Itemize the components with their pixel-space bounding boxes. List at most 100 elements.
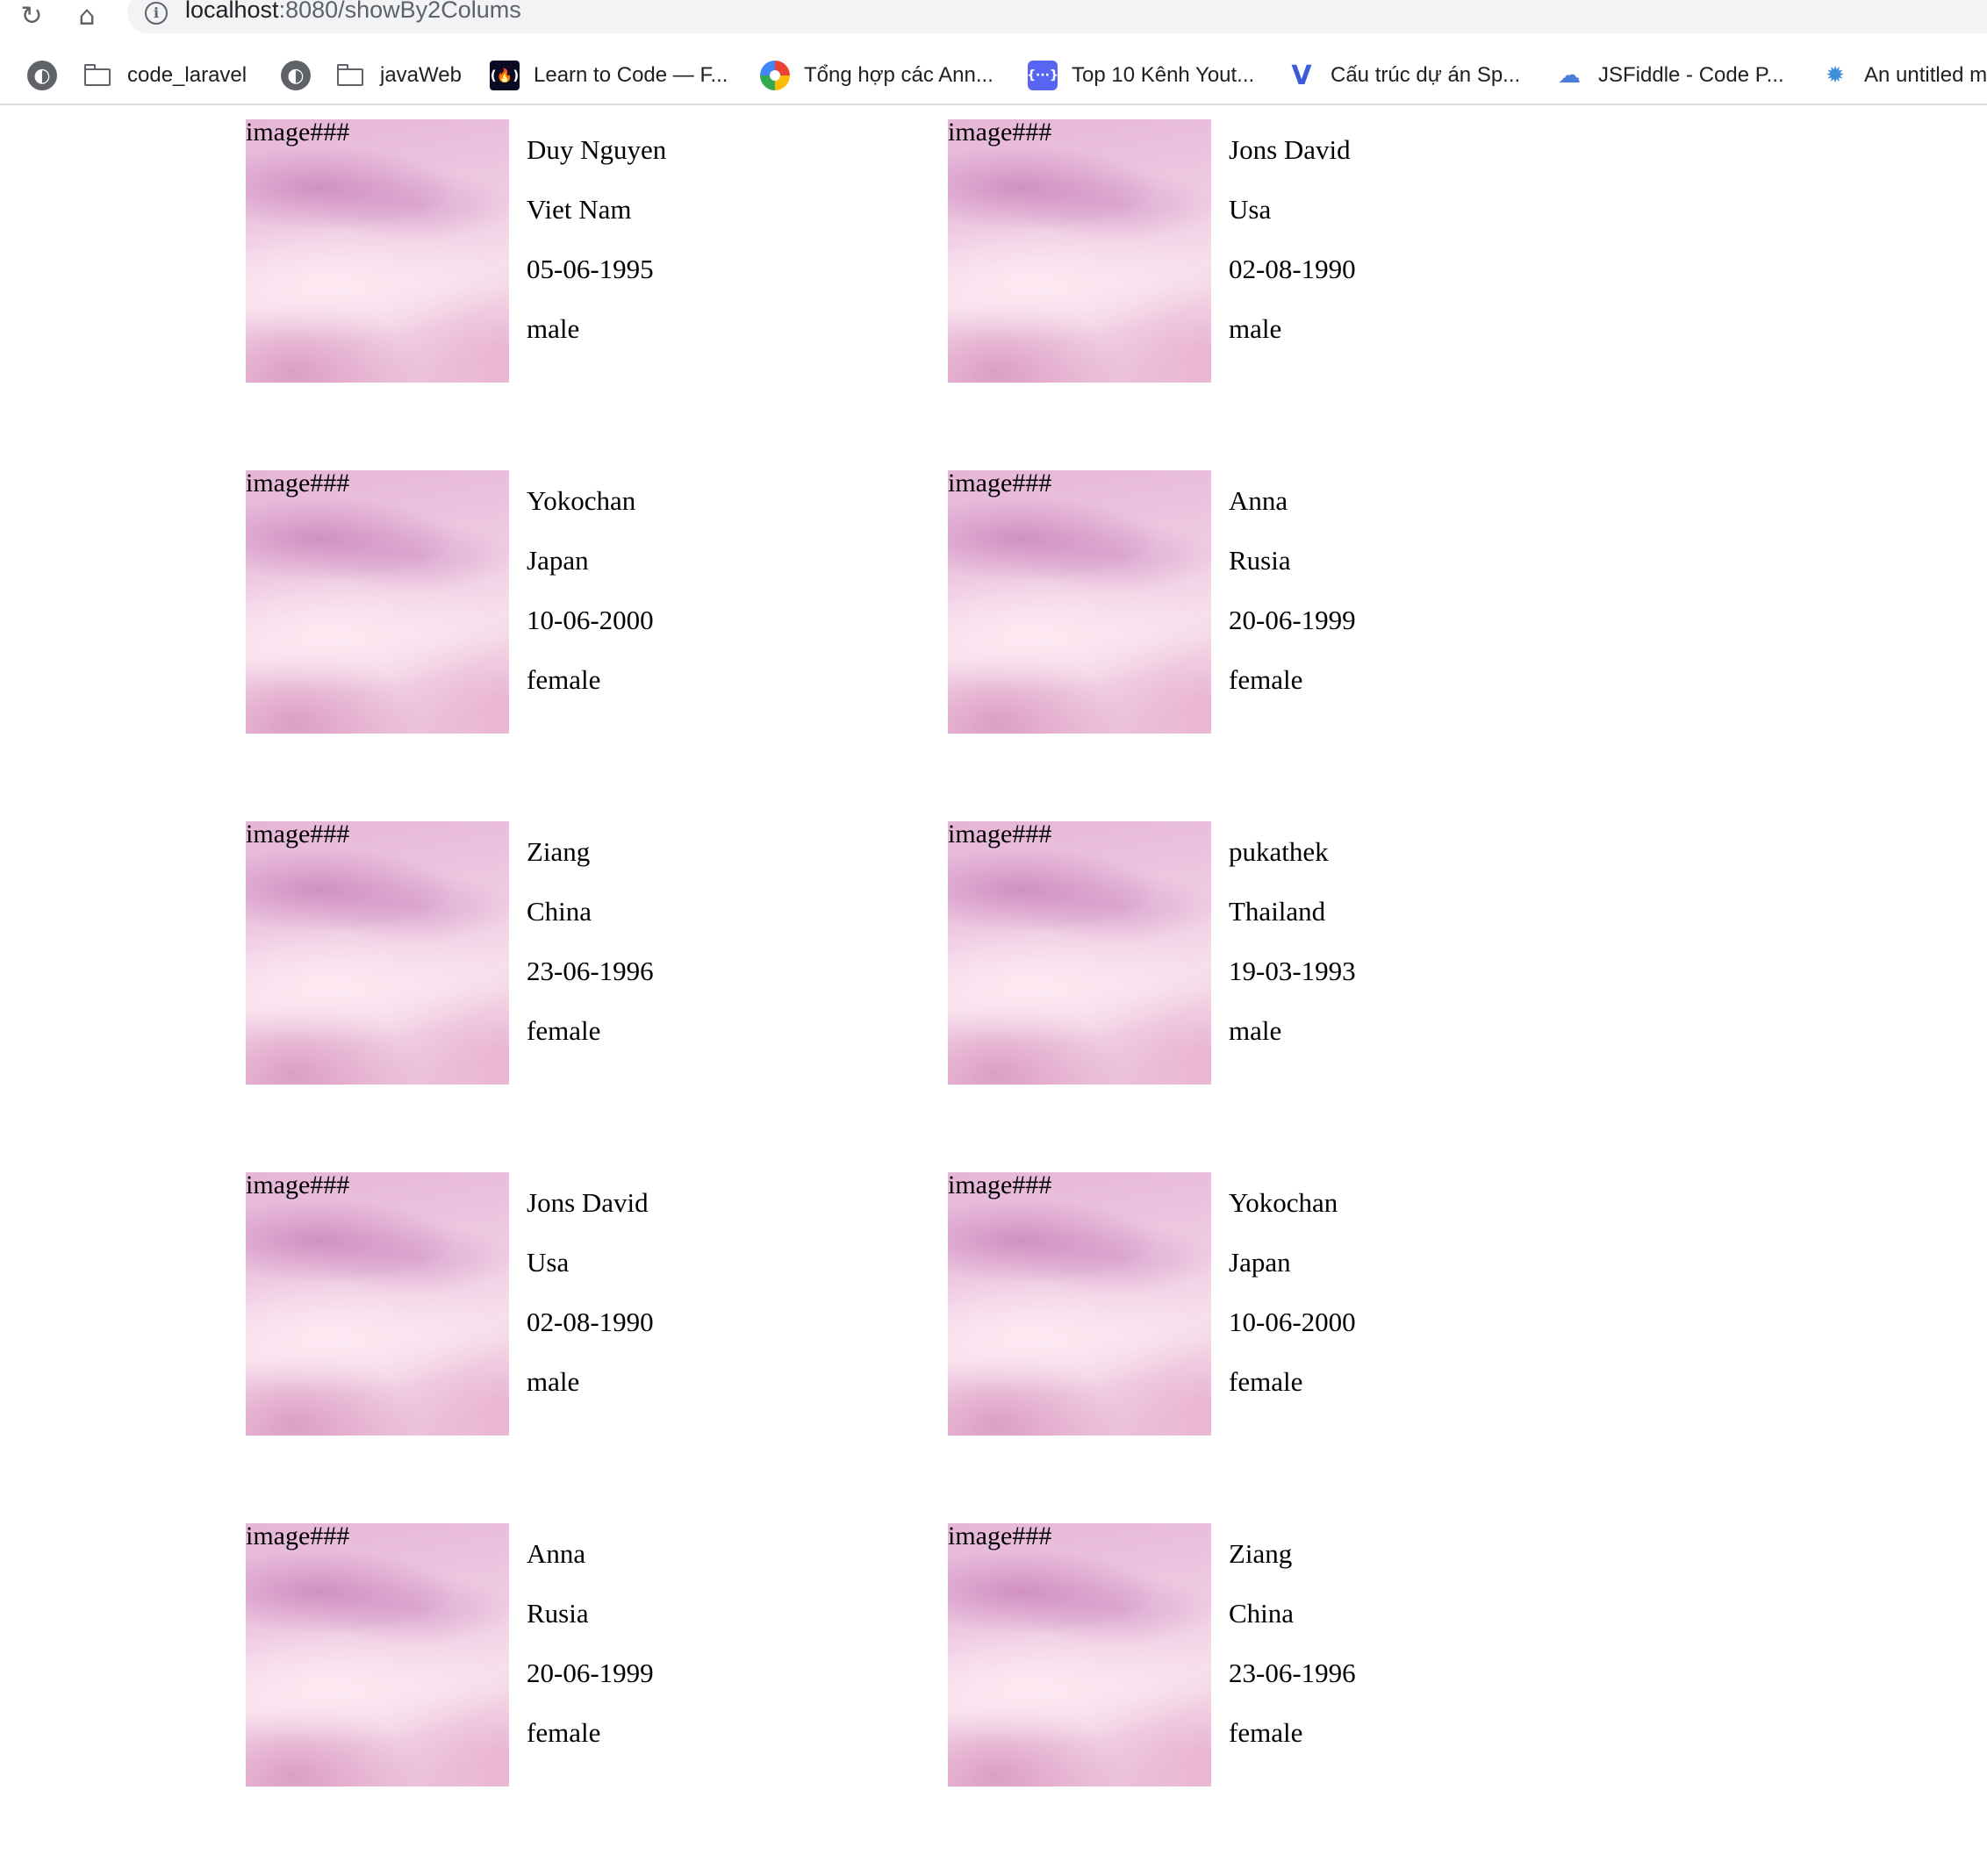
person-photo: image### bbox=[246, 821, 509, 1085]
person-country: Viet Nam bbox=[527, 194, 632, 225]
person-photo: image### bbox=[246, 119, 509, 383]
bookmark-label: An untitled m bbox=[1864, 63, 1987, 87]
bookmark-label: Cấu trúc dự án Sp... bbox=[1331, 63, 1521, 87]
person-gender: male bbox=[527, 1366, 580, 1397]
bookmarks-bar: ◐ code_laravel ◐ javaWeb (🔥) Learn to Co… bbox=[0, 56, 1987, 105]
url-text[interactable]: localhost:8080/showBy2Colums bbox=[185, 0, 521, 28]
bookmark-globe-2[interactable]: ◐ bbox=[281, 56, 325, 95]
person-name: Anna bbox=[527, 1538, 586, 1569]
image-alt-text: image### bbox=[246, 821, 350, 848]
person-name: Anna bbox=[1229, 485, 1288, 516]
bug-icon: ✹ bbox=[1826, 62, 1845, 89]
person-name: Ziang bbox=[1229, 1538, 1293, 1569]
person-gender: female bbox=[1229, 1717, 1303, 1748]
person-photo: image### bbox=[246, 1172, 509, 1436]
person-photo: image### bbox=[948, 470, 1211, 734]
bookmark-annotation[interactable]: Tổng hợp các Ann... bbox=[760, 56, 994, 95]
bookmark-label: code_laravel bbox=[127, 63, 247, 87]
person-name: Yokochan bbox=[1229, 1187, 1338, 1218]
bookmark-freecodecamp[interactable]: (🔥) Learn to Code — F... bbox=[490, 56, 728, 95]
person-card: image### pukathek Thailand 19-03-1993 ma… bbox=[948, 821, 1615, 1085]
person-country: China bbox=[527, 896, 592, 927]
person-card: image### Jons David Usa 02-08-1990 male bbox=[246, 1172, 913, 1436]
reload-icon[interactable]: ↻ bbox=[16, 0, 47, 32]
person-country: Usa bbox=[527, 1247, 570, 1278]
person-photo: image### bbox=[246, 470, 509, 734]
image-alt-text: image### bbox=[246, 470, 350, 498]
globe-icon: ◐ bbox=[281, 61, 311, 90]
person-gender: female bbox=[527, 1717, 601, 1748]
address-bar[interactable]: i localhost:8080/showBy2Colums bbox=[127, 0, 1987, 33]
image-alt-text: image### bbox=[948, 470, 1052, 498]
image-alt-text: image### bbox=[948, 119, 1052, 147]
folder-icon bbox=[336, 61, 366, 90]
vuetify-icon: V bbox=[1291, 60, 1312, 91]
dev-icon: {···} bbox=[1027, 61, 1058, 90]
bookmark-cau-truc[interactable]: V Cấu trúc dự án Sp... bbox=[1287, 56, 1520, 95]
people-grid: image### Duy Nguyen Viet Nam 05-06-1995 … bbox=[0, 105, 1987, 1876]
bookmark-untitled[interactable]: ✹ An untitled m bbox=[1820, 56, 1987, 95]
image-alt-text: image### bbox=[246, 1523, 350, 1550]
person-gender: female bbox=[527, 664, 601, 695]
person-card: image### Yokochan Japan 10-06-2000 femal… bbox=[246, 470, 913, 734]
person-photo: image### bbox=[948, 821, 1211, 1085]
browser-toolbar: ↻ ⌂ i localhost:8080/showBy2Colums bbox=[0, 0, 1987, 33]
person-country: Thailand bbox=[1229, 896, 1326, 927]
person-birthdate: 23-06-1996 bbox=[1229, 1658, 1356, 1688]
image-alt-text: image### bbox=[246, 1172, 350, 1199]
color-wheel-icon bbox=[760, 61, 790, 90]
freecodecamp-icon: (🔥) bbox=[490, 61, 520, 90]
bookmark-label: Learn to Code — F... bbox=[534, 63, 728, 87]
globe-icon: ◐ bbox=[27, 61, 57, 90]
person-birthdate: 10-06-2000 bbox=[527, 605, 654, 635]
person-card: image### Anna Rusia 20-06-1999 female bbox=[246, 1523, 913, 1786]
person-name: Duy Nguyen bbox=[527, 134, 667, 165]
cloud-icon: ☁ bbox=[1558, 62, 1581, 89]
person-card: image### Ziang China 23-06-1996 female bbox=[246, 821, 913, 1085]
url-host: localhost bbox=[185, 0, 279, 23]
person-birthdate: 02-08-1990 bbox=[1229, 254, 1356, 284]
person-name: Yokochan bbox=[527, 485, 636, 516]
person-birthdate: 02-08-1990 bbox=[527, 1307, 654, 1337]
folder-icon bbox=[83, 61, 113, 90]
person-country: Japan bbox=[527, 545, 589, 576]
person-gender: male bbox=[527, 313, 580, 344]
person-card: image### Ziang China 23-06-1996 female bbox=[948, 1523, 1615, 1786]
person-gender: female bbox=[1229, 664, 1303, 695]
person-photo: image### bbox=[948, 1523, 1211, 1786]
person-birthdate: 19-03-1993 bbox=[1229, 956, 1356, 986]
person-country: Usa bbox=[1229, 194, 1272, 225]
image-alt-text: image### bbox=[246, 119, 350, 147]
person-photo: image### bbox=[948, 119, 1211, 383]
person-name: Jons David bbox=[1229, 134, 1351, 165]
person-country: Rusia bbox=[527, 1598, 589, 1629]
person-gender: female bbox=[1229, 1366, 1303, 1397]
bookmark-globe-1[interactable]: ◐ bbox=[27, 56, 71, 95]
person-card: image### Yokochan Japan 10-06-2000 femal… bbox=[948, 1172, 1615, 1436]
person-birthdate: 10-06-2000 bbox=[1229, 1307, 1356, 1337]
info-icon[interactable]: i bbox=[145, 2, 168, 25]
person-country: Japan bbox=[1229, 1247, 1291, 1278]
person-card: image### Anna Rusia 20-06-1999 female bbox=[948, 470, 1615, 734]
person-country: Rusia bbox=[1229, 545, 1291, 576]
person-photo: image### bbox=[246, 1523, 509, 1786]
person-birthdate: 20-06-1999 bbox=[527, 1658, 654, 1688]
bookmark-label: Tổng hợp các Ann... bbox=[804, 63, 994, 87]
bookmark-label: javaWeb bbox=[380, 63, 462, 87]
person-gender: female bbox=[527, 1015, 601, 1046]
person-birthdate: 23-06-1996 bbox=[527, 956, 654, 986]
person-card: image### Jons David Usa 02-08-1990 male bbox=[948, 119, 1615, 383]
url-path: :8080/showBy2Colums bbox=[278, 0, 521, 23]
bookmark-label: JSFiddle - Code P... bbox=[1598, 63, 1784, 87]
image-alt-text: image### bbox=[948, 1172, 1052, 1199]
person-name: Jons David bbox=[527, 1187, 649, 1218]
bookmark-jsfiddle[interactable]: ☁ JSFiddle - Code P... bbox=[1554, 56, 1784, 95]
person-name: pukathek bbox=[1229, 836, 1329, 867]
bookmark-code-laravel[interactable]: code_laravel bbox=[83, 56, 247, 95]
person-country: China bbox=[1229, 1598, 1295, 1629]
home-icon[interactable]: ⌂ bbox=[71, 0, 103, 32]
image-alt-text: image### bbox=[948, 1523, 1052, 1550]
bookmark-top-10[interactable]: {···} Top 10 Kênh Yout... bbox=[1027, 56, 1254, 95]
bookmark-javaweb[interactable]: javaWeb bbox=[336, 56, 462, 95]
person-birthdate: 20-06-1999 bbox=[1229, 605, 1356, 635]
